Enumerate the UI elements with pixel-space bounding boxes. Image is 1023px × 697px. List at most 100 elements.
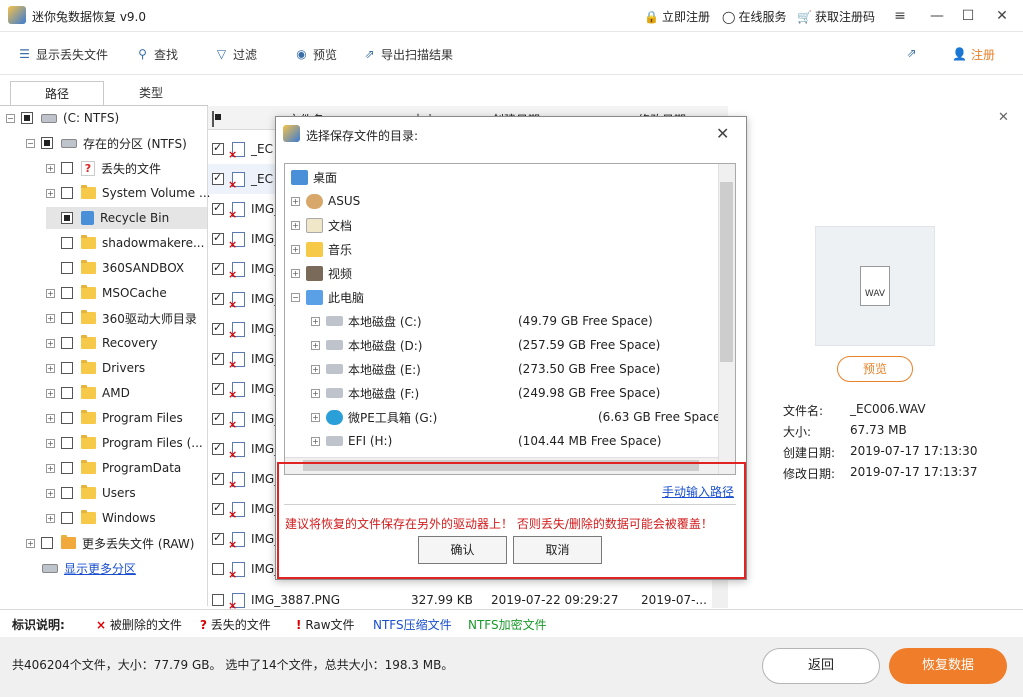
tree-item[interactable]: + Program Files (46, 407, 183, 429)
expand-icon[interactable]: + (46, 288, 55, 298)
dir-item-desktop[interactable]: 桌面 (291, 166, 337, 188)
expand-icon[interactable]: + (291, 196, 300, 206)
expand-icon[interactable]: + (46, 388, 55, 398)
tree-item[interactable]: shadowmakere... (61, 232, 204, 254)
tree-checkbox[interactable] (61, 287, 73, 299)
expand-icon[interactable]: + (46, 413, 55, 423)
recover-data-button[interactable]: 恢复数据 (889, 648, 1007, 684)
tree-checkbox[interactable] (61, 237, 73, 249)
dir-item[interactable]: + ASUS (291, 190, 360, 212)
expand-icon[interactable]: + (291, 220, 300, 230)
expand-icon[interactable]: + (46, 513, 55, 523)
expand-icon[interactable]: + (311, 316, 320, 326)
register-link[interactable]: 🔒 立即注册 (644, 8, 710, 25)
tree-checkbox[interactable] (61, 487, 73, 499)
row-checkbox[interactable] (212, 171, 224, 185)
tree-root[interactable]: − (C: NTFS) (6, 107, 119, 129)
tree-item[interactable]: 360SANDBOX (61, 257, 184, 279)
tree-checkbox[interactable] (61, 212, 73, 224)
tree-item-selected[interactable]: Recycle Bin (46, 207, 207, 229)
filter-button[interactable]: ▽ 过滤 (214, 46, 257, 63)
tree-partition[interactable]: − 存在的分区 (NTFS) (26, 132, 187, 154)
tree-checkbox[interactable] (61, 162, 73, 174)
expand-icon[interactable]: + (46, 438, 55, 448)
tree-checkbox[interactable] (41, 537, 53, 549)
dir-tree-vertical-thumb[interactable] (720, 182, 733, 362)
tree-raw[interactable]: + 更多丢失文件 (RAW) (26, 532, 194, 554)
login-button[interactable]: 👤 注册 (952, 46, 995, 63)
row-checkbox[interactable] (212, 351, 224, 365)
tree-item[interactable]: +? 丢失的文件 (46, 157, 161, 179)
tree-item[interactable]: + Windows (46, 507, 156, 529)
drive-item[interactable]: + 本地磁盘 (C:) (311, 310, 422, 332)
row-checkbox[interactable] (212, 471, 224, 485)
collapse-icon[interactable]: − (26, 138, 35, 148)
tree-item[interactable]: + Drivers (46, 357, 145, 379)
row-checkbox[interactable] (212, 381, 224, 395)
expand-icon[interactable]: + (311, 340, 320, 350)
tree-checkbox[interactable] (61, 387, 73, 399)
expand-icon[interactable]: + (311, 436, 320, 446)
row-checkbox[interactable] (212, 231, 224, 245)
online-service-link[interactable]: ◯ 在线服务 (722, 8, 786, 25)
tree-item[interactable]: + System Volume ... (46, 182, 210, 204)
tree-checkbox[interactable] (41, 137, 53, 149)
preview-close-icon[interactable]: ✕ (998, 110, 1009, 125)
tree-checkbox[interactable] (21, 112, 33, 124)
maximize-icon[interactable]: ☐ (953, 4, 983, 28)
tab-type[interactable]: 类型 (104, 82, 198, 106)
drive-item[interactable]: + 本地磁盘 (E:) (311, 358, 421, 380)
drive-item[interactable]: + 本地磁盘 (D:) (311, 334, 422, 356)
dir-item[interactable]: + 音乐 (291, 238, 352, 260)
row-checkbox[interactable] (212, 141, 224, 155)
share-button[interactable]: ⇗ (904, 46, 919, 61)
menu-icon[interactable]: ≡ (885, 4, 915, 28)
tree-checkbox[interactable] (61, 412, 73, 424)
back-button[interactable]: 返回 (762, 648, 880, 684)
tree-item[interactable]: + Program Files (... (46, 432, 203, 454)
expand-icon[interactable]: + (291, 244, 300, 254)
get-code-link[interactable]: 🛒 获取注册码 (797, 8, 875, 25)
tree-checkbox[interactable] (61, 362, 73, 374)
tree-checkbox[interactable] (61, 512, 73, 524)
tree-checkbox[interactable] (61, 337, 73, 349)
drive-item[interactable]: + 微PE工具箱 (G:) (311, 406, 437, 428)
close-icon[interactable]: ✕ (987, 4, 1017, 28)
expand-icon[interactable]: + (311, 364, 320, 374)
dir-item-this-pc[interactable]: − 此电脑 (291, 286, 364, 308)
row-checkbox[interactable] (212, 501, 224, 515)
expand-icon[interactable]: + (26, 538, 35, 548)
row-checkbox[interactable] (212, 594, 224, 606)
tree-checkbox[interactable] (61, 437, 73, 449)
row-checkbox[interactable] (212, 441, 224, 455)
expand-icon[interactable]: + (46, 338, 55, 348)
row-checkbox[interactable] (212, 531, 224, 545)
expand-icon[interactable]: + (46, 363, 55, 373)
tree-item[interactable]: + Recovery (46, 332, 158, 354)
preview-button[interactable]: ◉ 预览 (294, 46, 337, 63)
row-checkbox[interactable] (212, 411, 224, 425)
expand-icon[interactable]: + (311, 412, 320, 422)
tree-item[interactable]: + Users (46, 482, 136, 504)
expand-icon[interactable]: + (291, 268, 300, 278)
show-more-partitions-link[interactable]: 显示更多分区 (42, 557, 136, 579)
tab-path[interactable]: 路径 (10, 81, 104, 106)
expand-icon[interactable]: + (46, 188, 55, 198)
expand-icon[interactable]: + (46, 463, 55, 473)
drive-item[interactable]: + 本地磁盘 (F:) (311, 382, 419, 404)
tree-checkbox[interactable] (61, 187, 73, 199)
expand-icon[interactable]: + (46, 313, 55, 323)
minimize-icon[interactable]: — (922, 4, 952, 28)
drive-item[interactable]: + EFI (H:) (311, 430, 392, 452)
tree-item[interactable]: +360驱动大师目录 (46, 307, 197, 329)
select-all-checkbox[interactable] (212, 111, 214, 127)
tree-checkbox[interactable] (61, 462, 73, 474)
tree-item[interactable]: + ProgramData (46, 457, 181, 479)
tree-item[interactable]: + AMD (46, 382, 130, 404)
row-checkbox[interactable] (212, 291, 224, 305)
show-lost-files-button[interactable]: ☰ 显示丢失文件 (17, 46, 108, 63)
row-checkbox[interactable] (212, 563, 224, 575)
collapse-icon[interactable]: − (291, 292, 300, 302)
dialog-close-icon[interactable]: ✕ (716, 124, 729, 143)
expand-icon[interactable]: + (46, 163, 55, 173)
